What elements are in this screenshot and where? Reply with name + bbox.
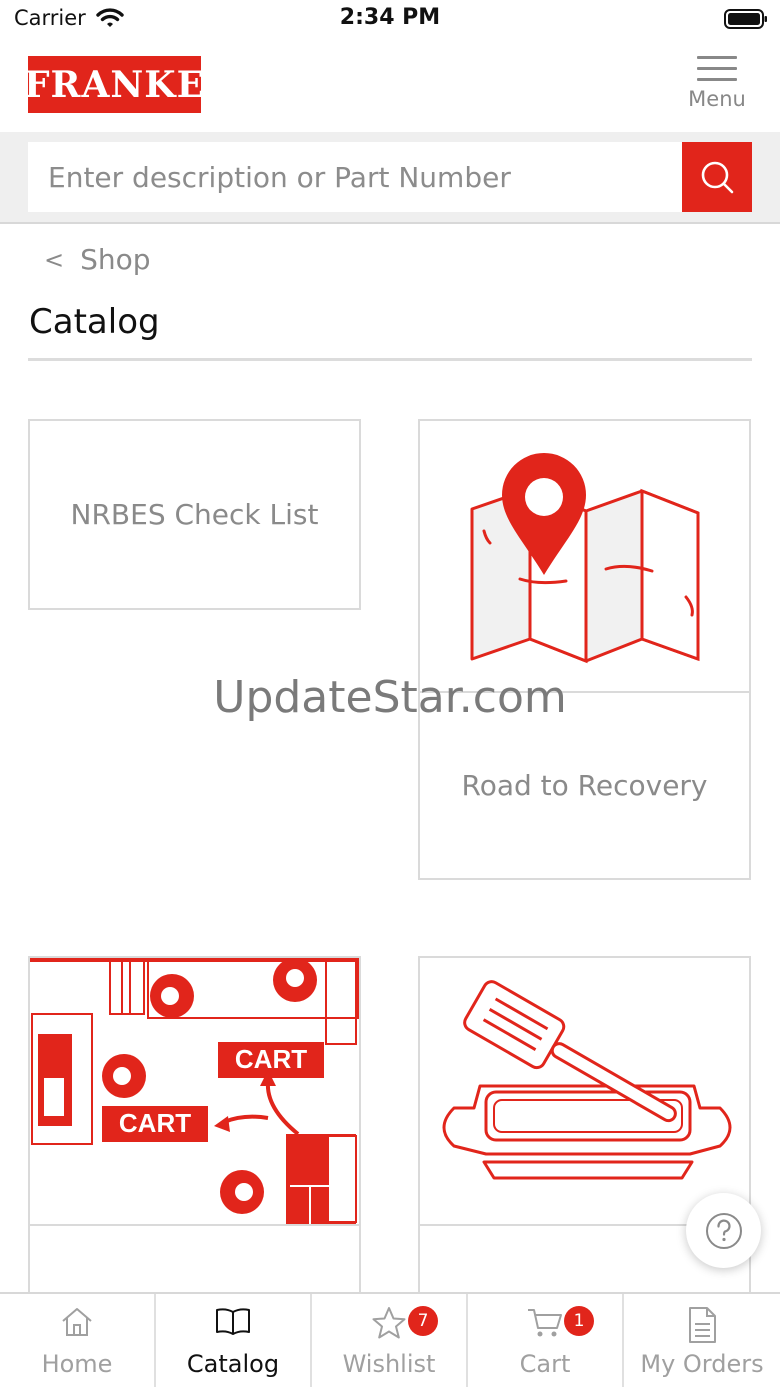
search-button[interactable] [682,142,752,212]
battery-icon [724,9,767,29]
title-divider [28,358,752,361]
home-icon [62,1308,92,1336]
app-header: FRANKE Menu [0,40,780,132]
watermark: UpdateStar.com [213,672,567,723]
tile-label: Road to Recovery [461,769,708,802]
tab-label: My Orders [640,1350,764,1378]
book-icon [216,1308,250,1335]
search-bar [0,132,780,224]
catalog-tile-road-to-recovery[interactable]: Road to Recovery [418,419,751,880]
star-icon [372,1307,406,1339]
tab-wishlist[interactable]: 7 Wishlist [312,1294,468,1387]
cart-label-1: CART [235,1044,307,1074]
clock: 2:34 PM [339,5,441,30]
logo-text: FRANKE [23,63,206,106]
wishlist-count-badge: 7 [408,1306,438,1336]
tab-label: Wishlist [342,1350,436,1378]
hamburger-icon [697,52,737,81]
help-icon [705,1212,742,1249]
tab-catalog[interactable]: Catalog [156,1294,312,1387]
tile-image [420,421,749,691]
baking-dish-spatula-illustration [442,980,732,1180]
menu-label: Menu [688,87,746,111]
cart-icon [528,1309,562,1337]
catalog-tile-nrbes[interactable]: NRBES Check List [28,419,361,610]
tab-label: Catalog [186,1350,280,1378]
catalog-tile-cart-floorplan[interactable]: CART CART [28,956,361,1296]
tab-label: Home [41,1350,113,1378]
tab-my-orders[interactable]: My Orders [624,1294,780,1387]
map-pin-illustration [470,453,700,664]
chevron-left-icon: < [44,245,65,274]
tile-label: NRBES Check List [70,498,319,531]
back-label: Shop [80,243,151,276]
status-bar: Carrier 2:34 PM [0,0,780,40]
page-title: Catalog [29,302,160,342]
tab-cart[interactable]: 1 Cart [468,1294,624,1387]
bottom-tab-bar: Home Catalog 7 Wishlist 1 Cart My Orders [0,1292,780,1387]
back-to-shop-link[interactable]: < Shop [44,243,151,276]
cart-floorplan-illustration: CART CART [30,958,359,1224]
menu-button[interactable]: Menu [676,52,758,122]
tab-label: Cart [519,1350,571,1378]
search-icon [701,161,734,194]
cart-count-badge: 1 [564,1306,594,1336]
document-icon [689,1307,716,1343]
tab-home[interactable]: Home [0,1294,156,1387]
tile-caption [30,1224,359,1294]
franke-logo[interactable]: FRANKE [24,56,204,113]
search-input[interactable] [28,142,682,212]
help-button[interactable] [686,1193,761,1268]
cart-label-2: CART [119,1108,191,1138]
